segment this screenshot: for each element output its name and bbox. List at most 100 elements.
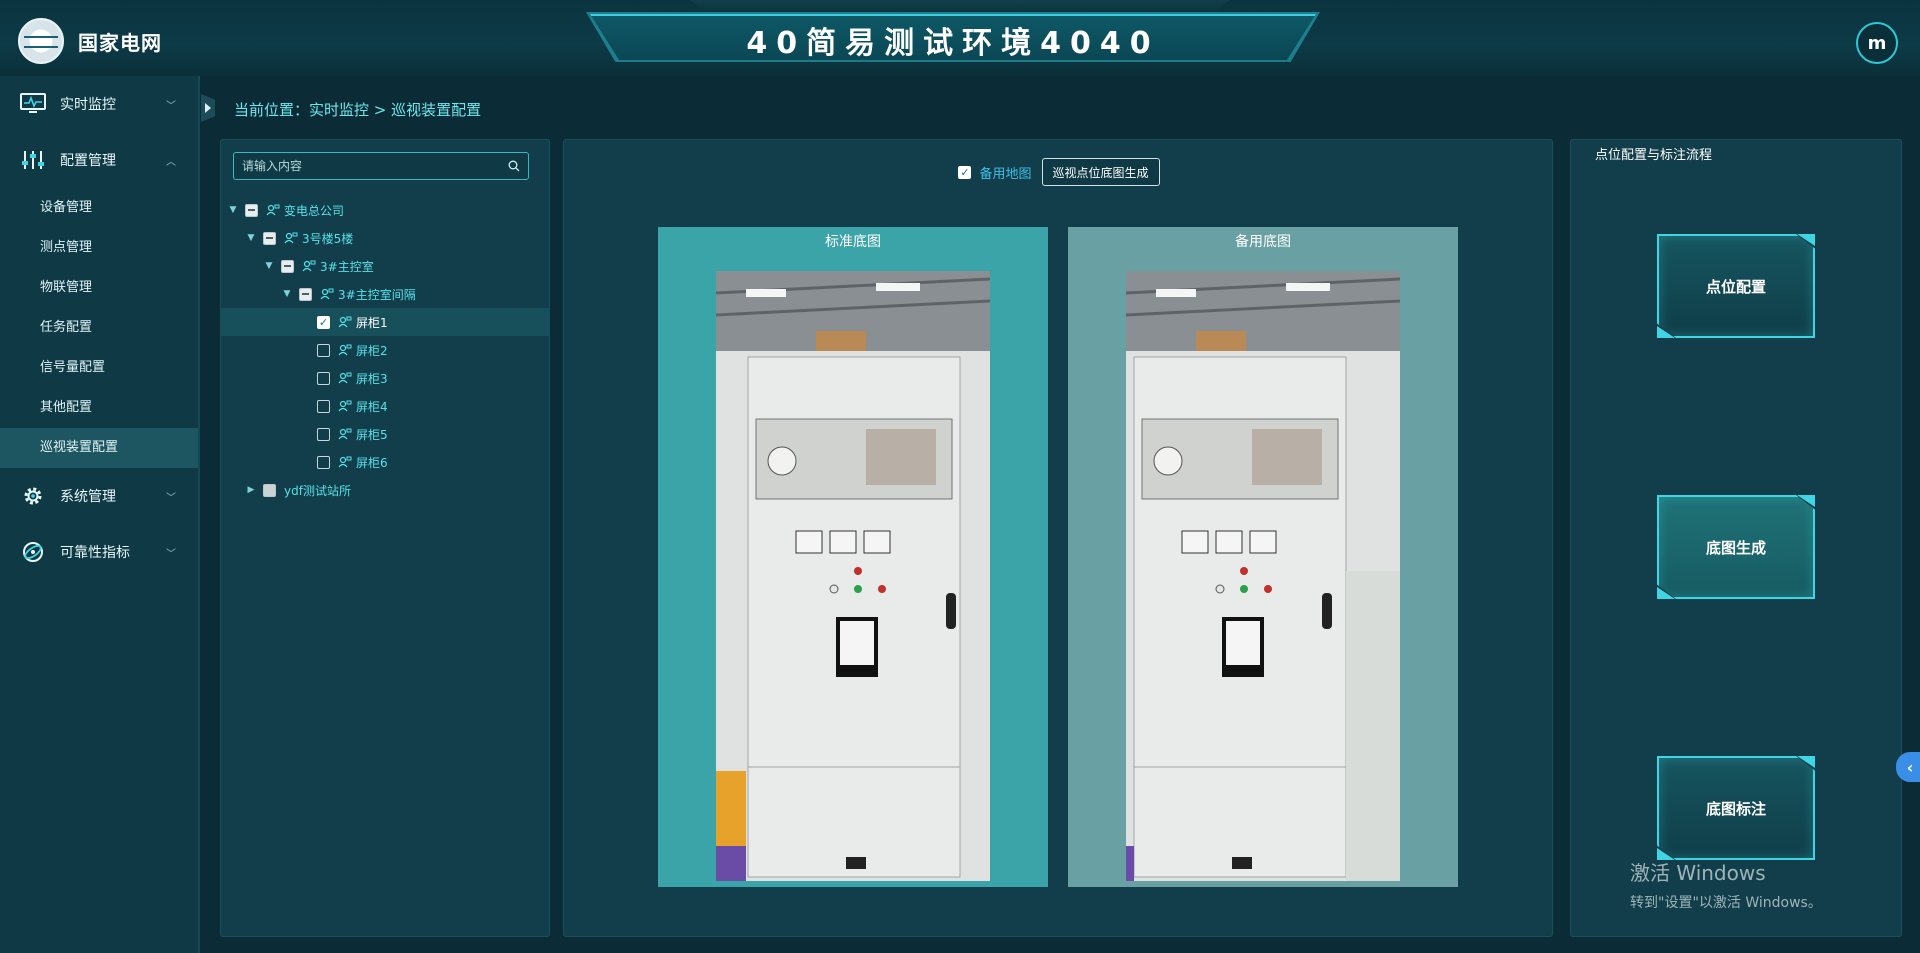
- sidebar-group-system-management[interactable]: 系统管理 ﹀: [0, 468, 198, 524]
- tree-checkbox[interactable]: [263, 231, 276, 245]
- caret-down-icon[interactable]: ▼: [261, 261, 277, 271]
- sidebar-item-other-config[interactable]: 其他配置: [0, 388, 198, 428]
- tree-node-building[interactable]: ▼ 3号楼5楼: [221, 224, 549, 252]
- tree-node-cabinet-6[interactable]: 屏柜6: [221, 448, 549, 476]
- tree-node-label: 3#主控室: [320, 259, 374, 274]
- backup-map-checkbox-label[interactable]: 备用地图: [979, 163, 1031, 182]
- sidebar-item-task-config[interactable]: 任务配置: [0, 308, 198, 348]
- caret-right-icon[interactable]: ▶: [243, 485, 259, 495]
- sidebar-group-label: 系统管理: [60, 489, 116, 505]
- caret-down-icon[interactable]: ▼: [243, 233, 259, 243]
- tree-node-control-room-bay[interactable]: ▼ 3#主控室间隔: [221, 280, 549, 308]
- side-drawer-toggle[interactable]: ‹: [1896, 752, 1920, 782]
- standard-map-title: 标准底图: [825, 234, 881, 250]
- tree-search-input[interactable]: [242, 159, 500, 173]
- caret-down-icon[interactable]: ▼: [279, 289, 295, 299]
- map-toolbar: 备用地图 巡视点位底图生成: [564, 158, 1554, 186]
- tree-node-label: ydf测试站所: [284, 483, 351, 498]
- tree-checkbox[interactable]: [317, 315, 330, 329]
- generate-patrol-map-button[interactable]: 巡视点位底图生成: [1041, 158, 1160, 186]
- top-header: 国家电网 40简易测试环境4040 m: [0, 0, 1920, 76]
- monitor-icon: [20, 93, 46, 115]
- base-map-annotate-button[interactable]: 底图标注: [1657, 756, 1815, 860]
- standard-map-image[interactable]: [716, 271, 990, 881]
- standard-map-card: 标准底图: [658, 227, 1048, 887]
- sidebar-group-label: 实时监控: [60, 97, 116, 113]
- tree-checkbox[interactable]: [317, 371, 330, 385]
- point-config-button[interactable]: 点位配置: [1657, 234, 1815, 338]
- tree-node-label: 屏柜5: [356, 427, 388, 442]
- state-grid-logo-icon: [18, 18, 64, 64]
- watermark-line1: 激活 Windows: [1630, 861, 1766, 885]
- tree-node-cabinet-5[interactable]: 屏柜5: [221, 420, 549, 448]
- watermark-line2: 转到"设置"以激活 Windows。: [1630, 895, 1822, 911]
- chevron-down-icon: ﹀: [166, 100, 176, 112]
- tree-panel: ▼ 变电总公司 ▼ 3号楼5楼 ▼ 3#主控室 ▼ 3#主控室间隔: [220, 139, 550, 937]
- org-node-icon: [338, 456, 352, 468]
- org-node-icon: [338, 400, 352, 412]
- tree-node-test-station[interactable]: ▶ ydf测试站所: [221, 476, 549, 504]
- brand-logo: 国家电网: [18, 18, 162, 64]
- tree-checkbox[interactable]: [317, 399, 330, 413]
- org-node-icon: [302, 260, 316, 272]
- breadcrumb: 当前位置：实时监控 > 巡视装置配置: [234, 101, 482, 119]
- tree-checkbox[interactable]: [317, 455, 330, 469]
- tree-node-control-room[interactable]: ▼ 3#主控室: [221, 252, 549, 280]
- sliders-icon: [20, 149, 46, 171]
- sidebar-group-config-management[interactable]: 配置管理 ︿: [0, 132, 198, 188]
- sidebar-group-reliability-index[interactable]: 可靠性指标 ﹀: [0, 524, 198, 580]
- sidebar-group-label: 配置管理: [60, 153, 116, 169]
- org-node-icon: [338, 344, 352, 356]
- tree-node-label: 3号楼5楼: [302, 231, 354, 246]
- backup-map-title: 备用底图: [1235, 234, 1291, 250]
- sidebar-group-label: 可靠性指标: [60, 545, 130, 561]
- tree-checkbox[interactable]: [263, 483, 276, 497]
- org-node-icon: [284, 232, 298, 244]
- tree-checkbox[interactable]: [245, 203, 258, 217]
- page-title: 40简易测试环境4040: [746, 26, 1160, 61]
- flow-panel-title: 点位配置与标注流程: [1595, 148, 1713, 163]
- tree-checkbox[interactable]: [299, 287, 312, 301]
- tree-node-label: 屏柜3: [356, 371, 388, 386]
- org-node-icon: [266, 204, 280, 216]
- tree-checkbox[interactable]: [317, 343, 330, 357]
- org-tree: ▼ 变电总公司 ▼ 3号楼5楼 ▼ 3#主控室 ▼ 3#主控室间隔 ✓ 屏柜1 …: [221, 196, 549, 504]
- tree-node-cabinet-4[interactable]: 屏柜4: [221, 392, 549, 420]
- org-node-icon: [320, 288, 334, 300]
- windows-activation-watermark: 激活 Windows 转到"设置"以激活 Windows。: [1630, 857, 1822, 912]
- tree-node-label: 屏柜6: [356, 455, 388, 470]
- sidebar-item-patrol-device-config[interactable]: 巡视装置配置: [0, 428, 198, 468]
- tree-node-cabinet-2[interactable]: 屏柜2: [221, 336, 549, 364]
- chevron-left-icon: ‹: [1906, 757, 1914, 777]
- tree-node-label: 屏柜1: [356, 315, 388, 330]
- sidebar-item-iot-management[interactable]: 物联管理: [0, 268, 198, 308]
- search-icon[interactable]: [500, 153, 528, 179]
- chevron-down-icon: ﹀: [166, 548, 176, 560]
- backup-map-checkbox[interactable]: [958, 165, 972, 179]
- sidebar-group-realtime-monitor[interactable]: 实时监控 ﹀: [0, 76, 198, 132]
- sidebar-item-device-management[interactable]: 设备管理: [0, 188, 198, 228]
- tree-checkbox[interactable]: [317, 427, 330, 441]
- tree-node-company[interactable]: ▼ 变电总公司: [221, 196, 549, 224]
- tree-search-box: [233, 152, 529, 180]
- org-node-icon: [338, 316, 352, 328]
- map-panel: 备用地图 巡视点位底图生成 标准底图: [563, 139, 1553, 937]
- backup-map-image[interactable]: [1126, 271, 1400, 881]
- tree-checkbox[interactable]: [281, 259, 294, 273]
- sidebar-collapse-toggle[interactable]: [201, 94, 215, 122]
- tree-node-cabinet-1[interactable]: 屏柜1: [221, 308, 549, 336]
- tree-node-label: 屏柜2: [356, 343, 388, 358]
- orbit-icon: [20, 541, 46, 563]
- brand-name: 国家电网: [78, 30, 162, 55]
- tree-node-label: 变电总公司: [284, 203, 345, 218]
- tree-node-label: 3#主控室间隔: [338, 287, 416, 302]
- sidebar-item-point-management[interactable]: 测点管理: [0, 228, 198, 268]
- caret-down-icon[interactable]: ▼: [225, 205, 241, 215]
- backup-map-card: 备用底图: [1068, 227, 1458, 887]
- gear-icon: [20, 485, 46, 507]
- tree-node-cabinet-3[interactable]: 屏柜3: [221, 364, 549, 392]
- sidebar: 实时监控 ﹀ 配置管理 ︿ 设备管理 测点管理 物联管理 任务配置 信号量配置 …: [0, 76, 200, 953]
- user-avatar[interactable]: m: [1856, 22, 1898, 64]
- base-map-generate-button[interactable]: 底图生成: [1657, 495, 1815, 599]
- sidebar-item-signal-config[interactable]: 信号量配置: [0, 348, 198, 388]
